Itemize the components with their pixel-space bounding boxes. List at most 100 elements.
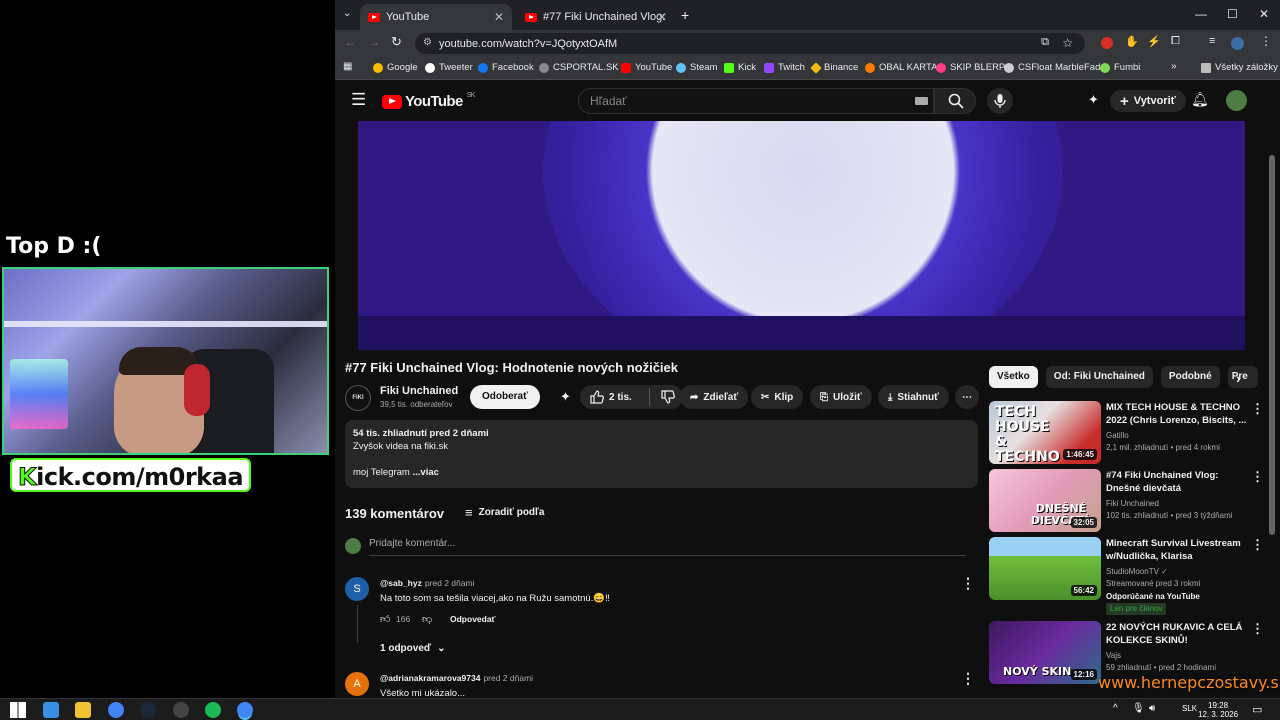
recommended-video[interactable]: TECH HOUSE & TECHNO 1:46:45 MIX TECH HOU… bbox=[989, 401, 1271, 465]
bookmark-obal-karta[interactable]: OBAL KARTA bbox=[865, 62, 937, 73]
tab-video[interactable]: #77 Fiki Unchained Vlog: Hodn ✕ bbox=[517, 4, 675, 30]
file-explorer-icon[interactable] bbox=[43, 702, 59, 718]
voice-search-button[interactable] bbox=[987, 88, 1013, 114]
share-button[interactable]: ➦ Zdieľať bbox=[680, 385, 749, 409]
steam-icon[interactable] bbox=[140, 702, 156, 718]
bookmark-youtube[interactable]: YouTube bbox=[621, 62, 672, 73]
forward-icon[interactable]: → bbox=[368, 35, 380, 49]
comment-author[interactable]: @adrianakramarova9734 pred 2 dňami bbox=[380, 673, 533, 683]
bookmark-csfloat[interactable]: CSFloat MarbleFade bbox=[1004, 62, 1106, 73]
like-button[interactable]: 2 tis. bbox=[580, 385, 683, 409]
recommended-video[interactable]: DNEŠNÉ DIEVČATÁ 32:05 #74 Fiki Unchained… bbox=[989, 469, 1271, 533]
save-button[interactable]: ⎘ Uložiť bbox=[810, 385, 872, 409]
chip-for-you[interactable]: Pre bbox=[1227, 366, 1258, 388]
video-channel[interactable]: Fiki Unchained bbox=[1106, 498, 1256, 510]
video-thumbnail[interactable]: NOVÝ SKIN 12:16 bbox=[989, 621, 1101, 684]
menu-list-icon[interactable]: ≡ bbox=[1209, 35, 1215, 47]
comment-menu-icon[interactable]: ⋮ bbox=[961, 575, 975, 592]
video-thumbnail[interactable]: 56:42 bbox=[989, 537, 1101, 600]
close-window-icon[interactable]: ✕ bbox=[1259, 7, 1269, 21]
video-description[interactable]: 54 tis. zhliadnutí pred 2 dňami Zvyšok v… bbox=[345, 420, 978, 488]
profile-avatar[interactable] bbox=[1231, 37, 1244, 50]
subscribe-button[interactable]: Odoberať bbox=[470, 385, 540, 409]
site-info-icon[interactable]: ⚙ bbox=[423, 37, 432, 48]
video-channel[interactable]: StudioMoonTV ✓ bbox=[1106, 566, 1256, 578]
search-button[interactable] bbox=[934, 88, 976, 114]
comment-author[interactable]: @sab_hyz pred 2 dňami bbox=[380, 578, 474, 588]
more-actions-icon[interactable]: ⋯ bbox=[955, 385, 979, 409]
volume-icon[interactable]: 🔊︎ bbox=[1149, 703, 1155, 714]
sparkle-icon[interactable]: ✦ bbox=[1088, 92, 1099, 108]
bookmark-tweeter[interactable]: Tweeter bbox=[425, 62, 473, 73]
create-button[interactable]: + Vytvoriť bbox=[1110, 90, 1186, 112]
download-button[interactable]: ⤓ Stiahnuť bbox=[878, 385, 949, 409]
address-bar[interactable]: ⚙ youtube.com/watch?v=JQotyxtOAfM ☆ ⧉ bbox=[415, 33, 1085, 54]
hamburger-menu-icon[interactable]: ☰ bbox=[351, 90, 366, 110]
minimize-icon[interactable]: — bbox=[1195, 7, 1207, 21]
reply-button[interactable]: Odpovedať bbox=[450, 614, 496, 624]
sort-button[interactable]: ≡ Zoradiť podľa bbox=[465, 505, 544, 520]
video-menu-icon[interactable]: ⋮ bbox=[1251, 537, 1264, 553]
bookmark-google[interactable]: Google bbox=[373, 62, 418, 73]
replies-toggle[interactable]: 1 odpoveď ⌄ bbox=[380, 643, 445, 654]
tray-chevron-icon[interactable]: ^ bbox=[1113, 703, 1118, 714]
video-player[interactable] bbox=[358, 121, 1245, 350]
apps-grid-icon[interactable]: ▦ bbox=[343, 61, 352, 72]
close-icon[interactable]: ✕ bbox=[494, 10, 504, 24]
more-bookmarks-icon[interactable]: » bbox=[1171, 61, 1177, 72]
account-avatar[interactable] bbox=[1226, 90, 1247, 111]
microphone-icon[interactable]: 🎙︎ bbox=[1132, 703, 1145, 714]
extensions-puzzle-icon[interactable]: ⧠ bbox=[1171, 35, 1180, 48]
maximize-icon[interactable]: ☐ bbox=[1227, 7, 1238, 21]
more-menu-icon[interactable]: ⋮ bbox=[1260, 34, 1272, 48]
extension-icon[interactable]: ⚡ bbox=[1147, 35, 1161, 48]
notification-center-icon[interactable]: ▭ bbox=[1252, 703, 1262, 716]
comment-avatar[interactable]: A bbox=[345, 672, 369, 696]
bookmark-steam[interactable]: Steam bbox=[676, 62, 717, 73]
bookmark-csportal[interactable]: CSPORTAL.SK :) bbox=[539, 62, 627, 73]
star-icon[interactable]: ☆ bbox=[1062, 36, 1073, 50]
bookmark-facebook[interactable]: Facebook bbox=[478, 62, 534, 73]
bookmark-fumbi[interactable]: Fumbi bbox=[1100, 62, 1140, 73]
extension-icon[interactable]: ✋ bbox=[1125, 35, 1139, 48]
channel-avatar[interactable]: FIKI bbox=[345, 385, 371, 411]
windows-start-icon[interactable] bbox=[10, 702, 26, 718]
page-scrollbar[interactable] bbox=[1269, 155, 1275, 535]
video-menu-icon[interactable]: ⋮ bbox=[1251, 469, 1264, 485]
sparkle-icon[interactable]: ✦ bbox=[560, 389, 571, 405]
language-indicator[interactable]: SLK bbox=[1182, 704, 1197, 713]
recommended-video[interactable]: 56:42 Minecraft Survival Livestream w/Nu… bbox=[989, 537, 1271, 615]
comment-avatar[interactable]: S bbox=[345, 577, 369, 601]
video-channel[interactable]: Gatillo bbox=[1106, 430, 1256, 442]
youtube-logo[interactable]: YouTube SK bbox=[382, 92, 475, 110]
obs-icon[interactable] bbox=[173, 702, 189, 718]
chip-from-channel[interactable]: Od: Fiki Unchained bbox=[1045, 366, 1153, 388]
chrome-icon[interactable] bbox=[108, 702, 124, 718]
comment-like-icon[interactable]: 👍︎ bbox=[380, 613, 390, 625]
show-more-link[interactable]: ...viac bbox=[413, 467, 439, 478]
install-icon[interactable]: ⧉ bbox=[1041, 36, 1049, 49]
keyboard-icon[interactable] bbox=[915, 97, 928, 105]
bookmark-skip-blerp[interactable]: SKIP BLERP bbox=[936, 62, 1005, 73]
chrome-active-icon[interactable] bbox=[237, 702, 253, 718]
comment-dislike-icon[interactable]: 👎︎ bbox=[422, 613, 432, 625]
extension-adblock-icon[interactable] bbox=[1101, 37, 1113, 49]
chips-next-icon[interactable]: › bbox=[1236, 370, 1241, 386]
folder-icon[interactable] bbox=[75, 702, 91, 718]
bookmark-kick[interactable]: Kick bbox=[724, 62, 756, 73]
comment-menu-icon[interactable]: ⋮ bbox=[961, 670, 975, 687]
tab-search-icon[interactable]: ⌄ bbox=[343, 8, 351, 19]
video-channel[interactable]: Vajs bbox=[1106, 650, 1256, 662]
new-tab-icon[interactable]: + bbox=[681, 7, 689, 23]
chip-all[interactable]: Všetko bbox=[989, 366, 1038, 388]
bookmark-twitch[interactable]: Twitch bbox=[764, 62, 805, 73]
chip-related[interactable]: Podobné bbox=[1160, 366, 1220, 388]
back-icon[interactable]: ← bbox=[344, 35, 356, 49]
notifications-bell-icon[interactable]: 🔔︎ bbox=[1191, 91, 1209, 108]
close-icon[interactable]: ✕ bbox=[657, 10, 667, 24]
clip-button[interactable]: ✂ Klip bbox=[751, 385, 804, 409]
video-menu-icon[interactable]: ⋮ bbox=[1251, 621, 1264, 637]
search-input[interactable]: Hľadať bbox=[578, 88, 934, 114]
all-bookmarks-folder[interactable]: Všetky záložky bbox=[1201, 62, 1278, 73]
bookmark-binance[interactable]: Binance bbox=[810, 61, 858, 74]
